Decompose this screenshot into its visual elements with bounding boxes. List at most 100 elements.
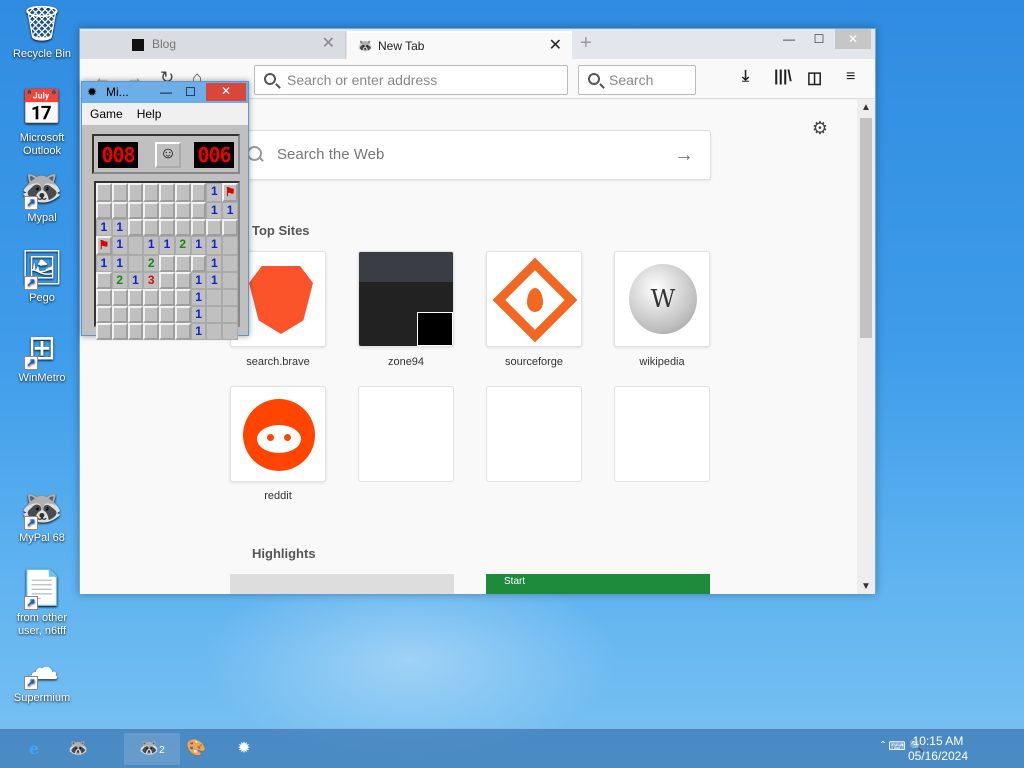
desktop-icon[interactable]: ⊞ ↗ WinMetro <box>4 326 80 385</box>
revealed-cell[interactable]: 1 <box>206 272 223 289</box>
search-bar[interactable]: Search <box>578 65 696 95</box>
flag-cell[interactable]: ⚑ <box>96 236 112 255</box>
revealed-cell[interactable]: 1 <box>159 236 175 255</box>
covered-cell[interactable] <box>206 219 223 236</box>
revealed-cell[interactable] <box>222 236 238 255</box>
download-icon[interactable]: ⤓ <box>742 68 749 86</box>
tab-new-tab[interactable]: 🦝 New Tab ✕ <box>347 31 572 59</box>
desktop-icon[interactable]: 📄 ↗ from other user, n6tff <box>4 566 80 638</box>
revealed-cell[interactable] <box>206 289 223 306</box>
revealed-cell[interactable]: 1 <box>96 255 112 272</box>
revealed-cell[interactable]: 1 <box>111 219 128 236</box>
minimize-button[interactable]: — <box>160 82 172 103</box>
covered-cell[interactable] <box>127 323 144 340</box>
web-search-box[interactable]: Search the Web → <box>230 130 711 180</box>
scrollbar-thumb[interactable] <box>860 118 872 338</box>
tab-blog[interactable]: Blog ✕ <box>80 31 346 59</box>
revealed-cell[interactable]: 1 <box>206 183 223 202</box>
desktop-icon[interactable]: 🗑 Recycle Bin <box>4 2 80 61</box>
search-go-icon[interactable]: → <box>674 131 694 179</box>
paint-icon[interactable]: 🎨 <box>176 733 216 765</box>
covered-cell[interactable] <box>174 272 191 289</box>
revealed-cell[interactable]: 1 <box>190 236 207 255</box>
covered-cell[interactable] <box>143 219 160 236</box>
top-site-zone94[interactable] <box>358 251 454 347</box>
covered-cell[interactable] <box>190 219 207 236</box>
covered-cell[interactable] <box>159 255 175 272</box>
url-bar[interactable]: Search or enter address <box>254 65 568 95</box>
new-tab-button[interactable]: + <box>580 32 592 55</box>
desktop-icon[interactable]: ☁ ↗ Supermium <box>4 646 80 705</box>
mypal-group-button[interactable]: 🦝2 <box>124 733 180 765</box>
scroll-down-icon[interactable]: ▼ <box>861 581 871 592</box>
covered-cell[interactable] <box>111 306 128 323</box>
top-site-reddit[interactable] <box>230 386 326 482</box>
covered-cell[interactable] <box>159 219 175 236</box>
revealed-cell[interactable]: 1 <box>206 202 223 219</box>
revealed-cell[interactable]: 1 <box>206 236 223 255</box>
covered-cell[interactable] <box>174 289 191 306</box>
covered-cell[interactable] <box>111 323 128 340</box>
covered-cell[interactable] <box>159 272 175 289</box>
revealed-cell[interactable]: 1 <box>190 272 207 289</box>
gear-icon[interactable]: ⚙ <box>812 118 828 139</box>
revealed-cell[interactable]: 2 <box>174 236 191 255</box>
covered-cell[interactable] <box>222 219 238 236</box>
maximize-button[interactable]: ☐ <box>185 82 196 103</box>
revealed-cell[interactable]: 1 <box>111 255 128 272</box>
desktop-icon[interactable]: 📅 Microsoft Outlook <box>4 86 80 158</box>
revealed-cell[interactable] <box>222 323 238 340</box>
covered-cell[interactable] <box>127 306 144 323</box>
covered-cell[interactable] <box>159 323 175 340</box>
smiley-face-button[interactable]: ☺ <box>155 142 181 168</box>
library-icon[interactable]: |||\ <box>774 68 792 86</box>
covered-cell[interactable] <box>143 306 160 323</box>
revealed-cell[interactable]: 1 <box>190 306 207 323</box>
menu-help[interactable]: Help <box>137 107 162 121</box>
highlight-card[interactable] <box>230 574 454 594</box>
highlight-card[interactable]: Start <box>486 574 710 594</box>
covered-cell[interactable] <box>190 202 207 219</box>
covered-cell[interactable] <box>96 183 112 202</box>
covered-cell[interactable] <box>127 202 144 219</box>
vertical-scrollbar[interactable]: ▲ ▼ <box>857 100 875 594</box>
revealed-cell[interactable] <box>222 289 238 306</box>
revealed-cell[interactable]: 1 <box>96 219 112 236</box>
close-window-button[interactable]: ✕ <box>206 83 246 101</box>
desktop-icon[interactable]: 🦝 ↗ MyPal 68 <box>4 486 80 545</box>
close-window-button[interactable]: ✕ <box>835 29 871 49</box>
top-site-wikipedia[interactable]: W <box>614 251 710 347</box>
desktop-icon[interactable]: 🖼 ↗ Pego <box>4 246 80 305</box>
top-site-sourceforge[interactable] <box>486 251 582 347</box>
covered-cell[interactable] <box>96 323 112 340</box>
revealed-cell[interactable]: 1 <box>190 289 207 306</box>
maximize-button[interactable]: ☐ <box>803 29 835 49</box>
revealed-cell[interactable] <box>127 236 144 255</box>
close-tab-icon[interactable]: ✕ <box>322 31 335 57</box>
revealed-cell[interactable]: 1 <box>111 236 128 255</box>
covered-cell[interactable] <box>174 255 191 272</box>
revealed-cell[interactable]: 1 <box>127 272 144 289</box>
menu-icon[interactable]: ≡ <box>846 68 855 86</box>
covered-cell[interactable] <box>159 183 175 202</box>
covered-cell[interactable] <box>174 306 191 323</box>
revealed-cell[interactable]: 1 <box>143 236 160 255</box>
sidebar-icon[interactable]: ◫ <box>807 68 822 88</box>
covered-cell[interactable] <box>143 183 160 202</box>
revealed-cell[interactable] <box>206 323 223 340</box>
internet-explorer-icon[interactable]: e <box>14 733 54 765</box>
flag-cell[interactable]: ⚑ <box>222 183 238 202</box>
revealed-cell[interactable] <box>127 255 144 272</box>
covered-cell[interactable] <box>127 219 144 236</box>
covered-cell[interactable] <box>190 255 207 272</box>
minimize-button[interactable]: — <box>773 29 805 49</box>
clock[interactable]: 10:15 AM 05/16/2024 <box>908 734 968 764</box>
menu-game[interactable]: Game <box>90 107 123 121</box>
revealed-cell[interactable]: 1 <box>206 255 223 272</box>
scroll-up-icon[interactable]: ▲ <box>861 102 871 113</box>
covered-cell[interactable] <box>111 289 128 306</box>
covered-cell[interactable] <box>159 289 175 306</box>
covered-cell[interactable] <box>159 306 175 323</box>
revealed-cell[interactable] <box>222 306 238 323</box>
mypal-taskbar-icon[interactable]: 🦝 <box>58 733 98 765</box>
